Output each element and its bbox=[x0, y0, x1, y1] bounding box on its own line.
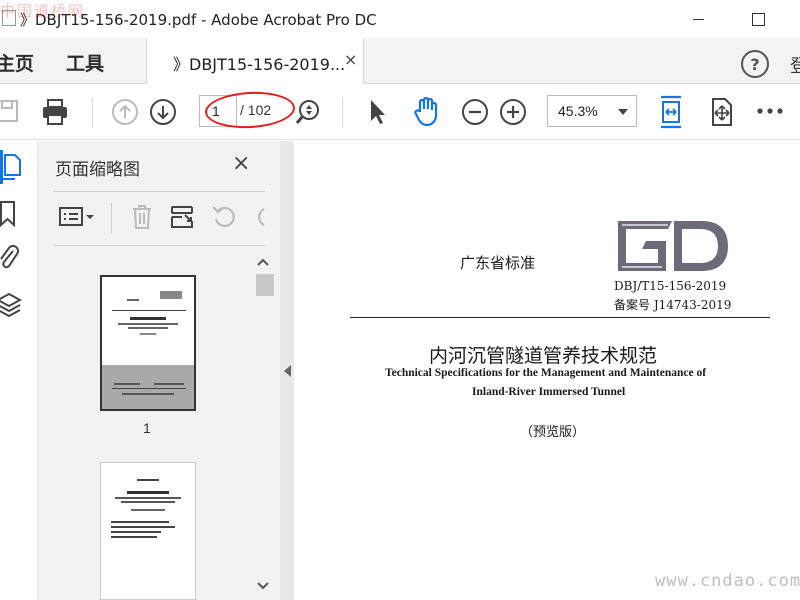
rotate-left-icon[interactable] bbox=[210, 203, 238, 231]
sign-in-link[interactable]: 登 bbox=[790, 52, 800, 78]
attachment-icon[interactable] bbox=[0, 242, 20, 274]
document-title-english-line1: Technical Specifications for the Managem… bbox=[385, 367, 707, 379]
document-title-english-line2: Inland-River Immersed Tunnel bbox=[472, 386, 626, 398]
chevron-down-icon[interactable] bbox=[618, 109, 628, 115]
panel-divider bbox=[53, 245, 265, 246]
provincial-standard-label: 广东省标准 bbox=[460, 254, 536, 272]
previous-page-icon[interactable] bbox=[110, 97, 140, 127]
title-bar: 》DBJT15-156-2019.pdf - Adobe Acrobat Pro… bbox=[0, 0, 800, 38]
page-thumbnails-panel: 页面缩略图 × 1 bbox=[38, 141, 280, 600]
collapse-panel-icon[interactable] bbox=[284, 365, 291, 377]
scroll-up-icon[interactable] bbox=[256, 257, 270, 267]
panel-title: 页面缩略图 bbox=[55, 160, 140, 180]
site-watermark-bottom: www.cndao.com bbox=[655, 571, 800, 591]
bookmark-icon[interactable] bbox=[0, 200, 18, 228]
page-thumbnail[interactable] bbox=[100, 462, 196, 600]
maximize-button[interactable] bbox=[740, 6, 776, 32]
edition-label: （预览版） bbox=[520, 425, 586, 440]
page-horizontal-rule bbox=[350, 317, 770, 318]
more-options-icon[interactable] bbox=[756, 106, 784, 116]
gd-logo-icon bbox=[618, 221, 728, 271]
print-icon[interactable] bbox=[40, 98, 70, 126]
tab-bar: 主页 工具 》DBJT15-156-2019... × bbox=[0, 38, 800, 84]
scroll-down-icon[interactable] bbox=[256, 581, 270, 591]
scrollbar-thumb[interactable] bbox=[256, 274, 274, 296]
help-icon[interactable]: ? bbox=[741, 50, 769, 78]
site-watermark-top: 中国道桥网 bbox=[0, 2, 86, 20]
select-tool-icon[interactable] bbox=[366, 97, 388, 127]
document-title-chinese: 内河沉管隧道管养技术规范 bbox=[429, 345, 658, 367]
tab-home[interactable]: 主页 bbox=[0, 49, 34, 76]
zoom-out-icon[interactable] bbox=[460, 97, 490, 127]
panel-tool-separator bbox=[111, 203, 112, 233]
pdf-page-1: 广东省标准 DBJ/T15-156-2019 备案号 J14743-2019 内… bbox=[294, 141, 800, 600]
fit-width-icon[interactable] bbox=[656, 94, 686, 130]
tab-tools[interactable]: 工具 bbox=[66, 49, 104, 76]
document-tab-label: 》DBJT15-156-2019... bbox=[173, 55, 346, 74]
thumbnail-scrollbar[interactable] bbox=[253, 256, 269, 600]
hand-tool-icon[interactable] bbox=[412, 95, 442, 127]
zoom-page-icon[interactable] bbox=[294, 97, 322, 127]
full-screen-icon[interactable] bbox=[706, 96, 736, 128]
delete-page-icon[interactable] bbox=[130, 203, 154, 231]
extract-page-icon[interactable] bbox=[168, 203, 196, 231]
save-icon[interactable] bbox=[0, 98, 20, 124]
zoom-in-icon[interactable] bbox=[498, 97, 528, 127]
close-panel-icon[interactable]: × bbox=[232, 151, 250, 176]
rotate-right-icon[interactable] bbox=[252, 203, 266, 231]
page-thumbnails-icon[interactable] bbox=[0, 153, 22, 181]
minimize-button[interactable] bbox=[680, 6, 716, 32]
standard-code: DBJ/T15-156-2019 bbox=[614, 279, 727, 293]
record-number: 备案号 J14743-2019 bbox=[614, 298, 732, 312]
tab-document[interactable]: 》DBJT15-156-2019... × bbox=[146, 38, 364, 84]
thumbnail-options-icon[interactable] bbox=[58, 205, 96, 229]
page-thumbnail[interactable] bbox=[100, 275, 196, 411]
panel-divider bbox=[53, 191, 265, 192]
toolbar-separator bbox=[342, 98, 343, 128]
thumbnail-page-number: 1 bbox=[143, 420, 151, 436]
layers-icon[interactable] bbox=[0, 290, 22, 320]
toolbar-separator bbox=[92, 98, 93, 128]
close-tab-icon[interactable]: × bbox=[344, 50, 357, 69]
next-page-icon[interactable] bbox=[148, 97, 178, 127]
